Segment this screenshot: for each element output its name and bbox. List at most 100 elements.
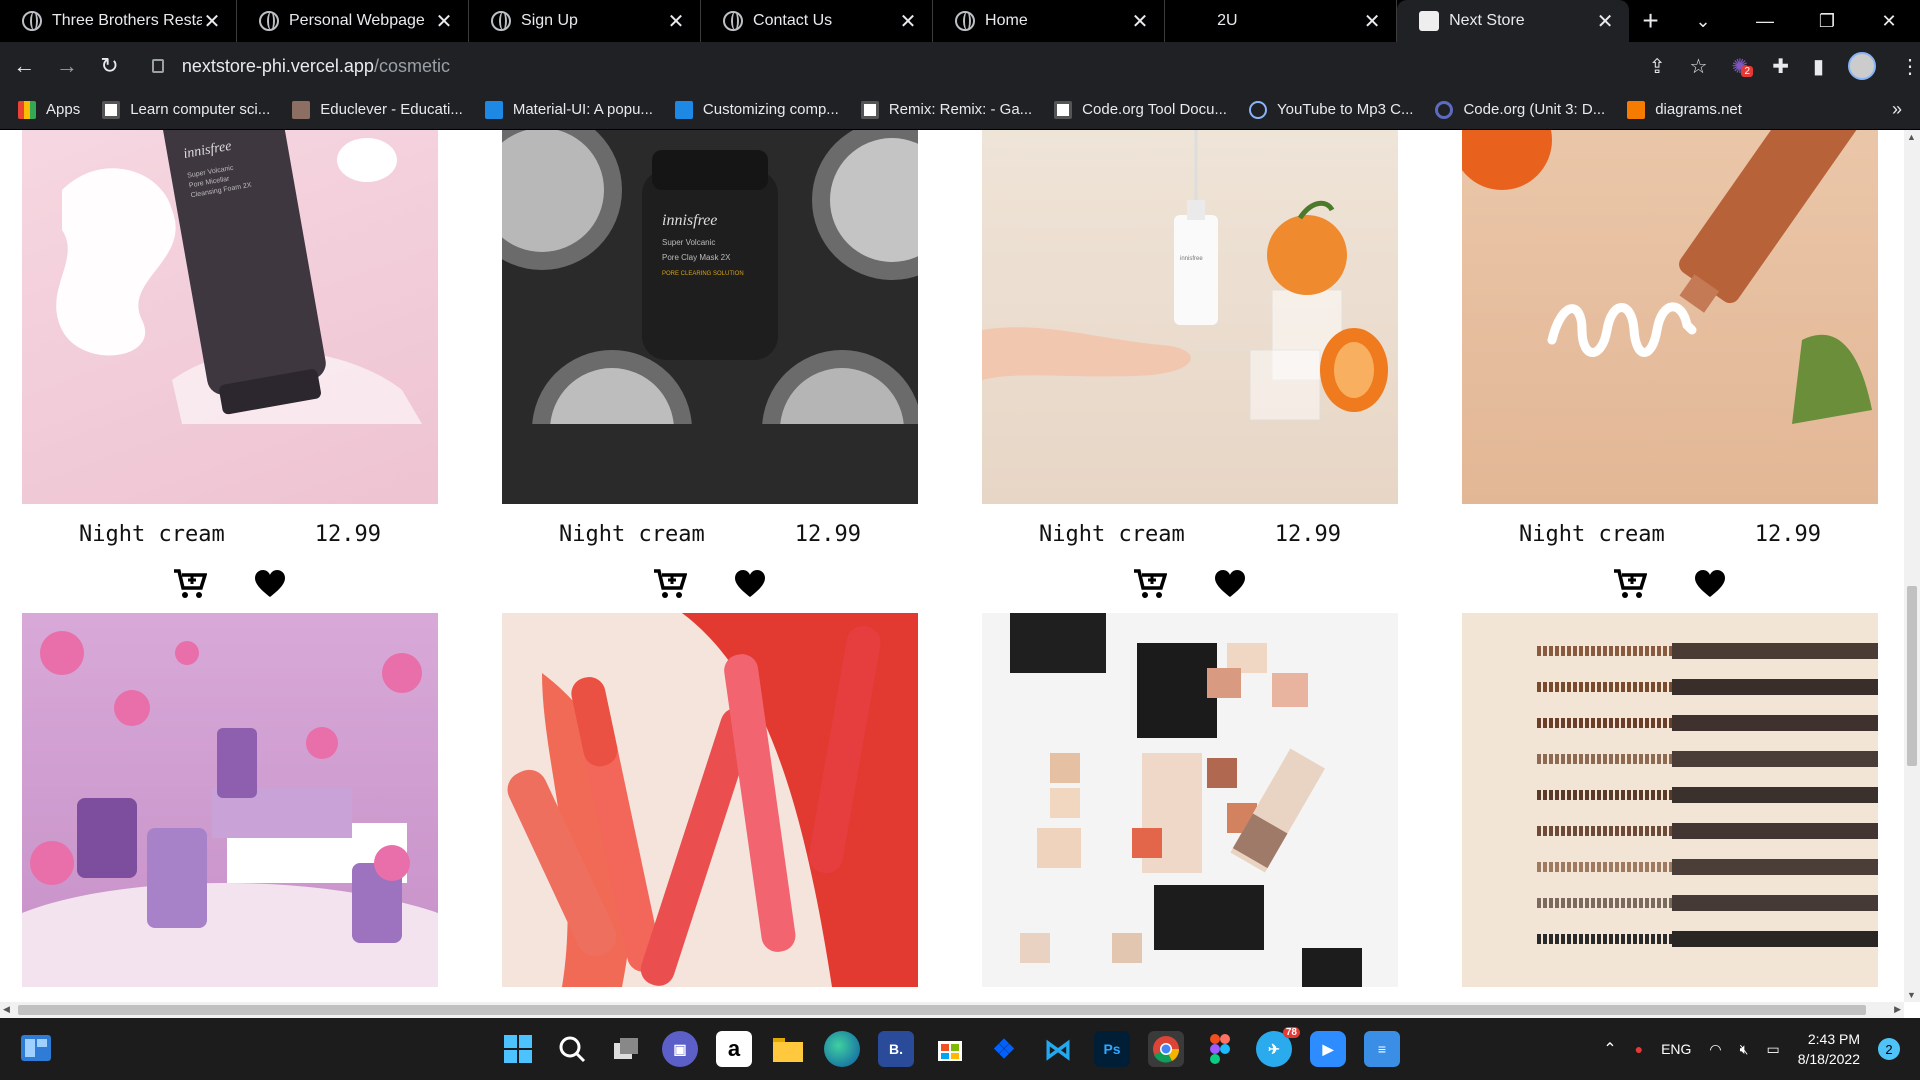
bookmark-learn-cs[interactable]: Learn computer sci... [102,100,270,119]
product-card: innisfree Super Volcanic Pore Micellar C… [22,130,438,599]
tab-contact-us[interactable]: Contact Us ✕ [701,0,934,42]
favorite-heart-icon[interactable] [253,569,287,599]
product-image-serum[interactable]: innisfree [982,130,1398,504]
bookmark-educlever[interactable]: Educlever - Educati... [292,100,463,119]
favorite-heart-icon[interactable] [1693,569,1727,599]
tab-close-icon[interactable]: ✕ [1595,9,1615,34]
notepad-icon[interactable]: ≡ [1364,1031,1400,1067]
code-icon [860,100,879,119]
volume-muted-icon[interactable]: 🔇︎ [1740,1041,1749,1058]
tab-three-brothers[interactable]: Three Brothers Restau ✕ [0,0,237,42]
horizontal-scroll-thumb[interactable] [18,1005,1866,1015]
back-icon[interactable]: ← [6,46,43,86]
bookmark-customizing[interactable]: Customizing comp... [674,100,839,119]
new-tab-button[interactable]: + [1629,0,1672,42]
tab-close-icon[interactable]: ✕ [898,9,918,34]
bookmark-star-icon[interactable]: ☆ [1690,54,1708,79]
bookmark-codeorg-tool[interactable]: Code.org Tool Docu... [1054,100,1227,119]
figma-icon[interactable] [1202,1031,1238,1067]
bookmark-youtube-mp3[interactable]: YouTube to Mp3 C... [1248,100,1413,119]
horizontal-scrollbar[interactable]: ◀ ▶ [0,1002,1904,1018]
address-bar[interactable]: nextstore-phi.vercel.app/cosmetic ⇪ ☆ [137,48,1718,84]
edge-icon[interactable] [824,1031,860,1067]
extension-icon[interactable]: ✺ 2 [1731,54,1754,79]
teams-chat-icon[interactable]: ▣ [662,1031,698,1067]
product-image-cleansing-foam[interactable]: innisfree Super Volcanic Pore Micellar C… [22,130,438,504]
profile-avatar[interactable] [1848,52,1877,80]
add-to-cart-icon[interactable] [653,569,687,599]
bookmark-apps[interactable]: Apps [18,100,81,119]
chrome-icon[interactable] [1148,1031,1184,1067]
bookmark-diagrams[interactable]: diagrams.net [1627,100,1742,119]
notification-badge[interactable]: 2 [1878,1038,1900,1060]
network-status-icon[interactable]: ● [1635,1041,1643,1057]
scroll-down-icon[interactable]: ▼ [1907,990,1916,1000]
product-actions [1462,569,1878,599]
tab-close-icon[interactable]: ✕ [202,9,222,34]
scroll-left-icon[interactable]: ◀ [3,1004,10,1015]
product-image-orchid-set[interactable] [22,613,438,987]
microsoft-store-icon[interactable] [932,1031,968,1067]
apps-grid-icon [18,100,36,119]
file-explorer-icon[interactable] [770,1031,806,1067]
side-panel-icon[interactable]: ▮ [1813,54,1824,79]
diagrams-icon [1627,100,1646,119]
task-view-icon[interactable] [608,1031,644,1067]
add-to-cart-icon[interactable] [173,569,207,599]
favorite-heart-icon[interactable] [1213,569,1247,599]
bootstrap-studio-icon[interactable]: B. [878,1031,914,1067]
tab-close-icon[interactable]: ✕ [434,9,454,34]
restore-icon[interactable]: ❐ [1796,0,1858,42]
clock[interactable]: 2:43 PM 8/18/2022 [1798,1029,1860,1069]
wifi-icon[interactable]: ◠ [1709,1041,1721,1058]
tab-search-icon[interactable]: ⌄ [1672,0,1734,42]
bookmark-label: Apps [46,101,81,118]
tab-close-icon[interactable]: ✕ [666,9,686,34]
add-to-cart-icon[interactable] [1613,569,1647,599]
zoom-icon[interactable]: ▶ [1310,1031,1346,1067]
bookmark-remix[interactable]: Remix: Remix: - Ga... [860,100,1032,119]
tab-close-icon[interactable]: ✕ [1130,9,1150,34]
photoshop-icon[interactable]: Ps [1094,1031,1130,1067]
windows-start-icon[interactable] [500,1031,536,1067]
product-image-peel-treatment[interactable] [1462,130,1878,504]
tab-home[interactable]: Home ✕ [933,0,1166,42]
product-card [1462,613,1878,987]
product-image-eyeshadow[interactable] [982,613,1398,987]
puzzle-icon[interactable]: ✚ [1772,54,1789,79]
language-indicator[interactable]: ENG [1661,1041,1691,1057]
scroll-right-icon[interactable]: ▶ [1894,1004,1901,1015]
add-to-cart-icon[interactable] [1133,569,1167,599]
product-image-clay-mask[interactable]: innisfree Super Volcanic Pore Clay Mask … [502,130,918,504]
bookmark-material-ui[interactable]: Material-UI: A popu... [484,100,653,119]
amazon-icon[interactable]: a [716,1031,752,1067]
tab-close-icon[interactable]: ✕ [1362,9,1382,34]
vertical-scroll-thumb[interactable] [1907,586,1917,766]
close-window-icon[interactable]: ✕ [1858,0,1920,42]
dropbox-icon[interactable]: ❖ [986,1031,1022,1067]
reload-icon[interactable]: ↻ [91,46,128,86]
forward-icon[interactable]: → [49,46,86,86]
vertical-scrollbar[interactable]: ▲ ▼ [1904,130,1920,1002]
share-icon[interactable]: ⇪ [1649,54,1666,79]
widgets-icon[interactable] [20,1032,52,1064]
menu-icon[interactable]: ⋮ [1900,54,1920,79]
tab-next-store[interactable]: Next Store ✕ [1397,0,1630,42]
battery-icon[interactable]: ▭ [1766,1041,1779,1058]
vscode-icon[interactable]: ⋈ [1040,1031,1076,1067]
clock-date: 8/18/2022 [1797,1051,1860,1067]
product-image-auto-liners[interactable] [1462,613,1878,987]
favorite-heart-icon[interactable] [733,569,767,599]
tab-2u[interactable]: 2U ✕ [1165,0,1398,42]
bookmarks-more-icon[interactable]: » [1892,99,1902,120]
search-icon[interactable] [554,1031,590,1067]
tab-sign-up[interactable]: Sign Up ✕ [469,0,702,42]
telegram-icon[interactable]: ✈ 78 [1256,1027,1300,1067]
tab-personal-webpage[interactable]: Personal Webpage ✕ [237,0,470,42]
show-hidden-icons-icon[interactable]: ⌃ [1603,1039,1616,1059]
scroll-up-icon[interactable]: ▲ [1907,132,1916,142]
tab-title: Personal Webpage [289,12,425,29]
bookmark-codeorg-unit3[interactable]: Code.org (Unit 3: D... [1435,100,1605,119]
product-image-lip-tints[interactable] [502,613,918,987]
minimize-icon[interactable]: — [1734,0,1796,42]
